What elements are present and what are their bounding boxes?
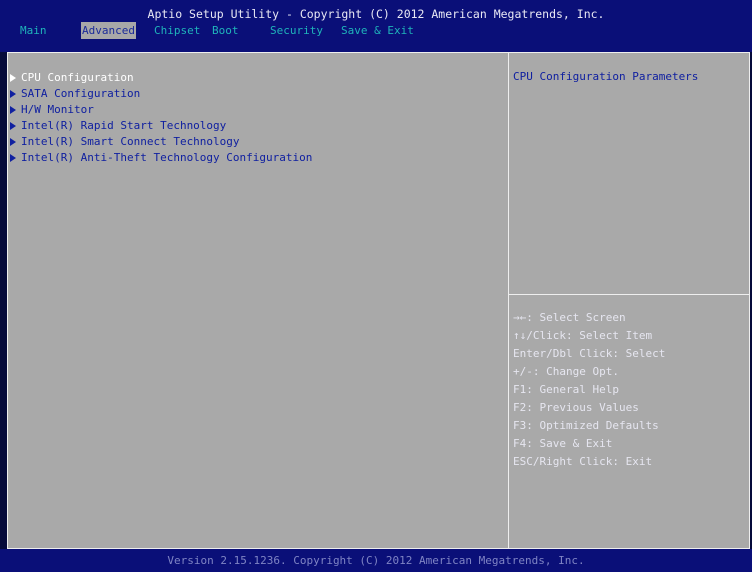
menu-item-cpu-configuration[interactable]: CPU Configuration (10, 70, 505, 86)
tab-advanced[interactable]: Advanced (81, 22, 136, 39)
key-previous-values: F2: Previous Values (513, 401, 639, 414)
key-save-exit: F4: Save & Exit (513, 437, 613, 450)
tab-chipset[interactable]: Chipset (153, 22, 201, 39)
help-description: CPU Configuration Parameters (513, 70, 699, 83)
tab-security[interactable]: Security (269, 22, 324, 39)
tab-main[interactable]: Main (19, 22, 48, 39)
menu-item-label: CPU Configuration (21, 71, 134, 84)
menu-item-label: Intel(R) Rapid Start Technology (21, 119, 227, 132)
key-optimized-defaults: F3: Optimized Defaults (513, 419, 659, 432)
menu-item-smart-connect[interactable]: Intel(R) Smart Connect Technology (10, 134, 505, 150)
key-legend: →←: Select Screen ↑↓/Click: Select Item … (513, 309, 665, 471)
menu-item-anti-theft[interactable]: Intel(R) Anti-Theft Technology Configura… (10, 150, 505, 166)
submenu-arrow-icon (10, 122, 16, 130)
key-change-opt: +/-: Change Opt. (513, 365, 619, 378)
menu-item-hw-monitor[interactable]: H/W Monitor (10, 102, 505, 118)
key-select-item: ↑↓/Click: Select Item (513, 329, 653, 342)
submenu-arrow-icon (10, 74, 16, 82)
menu-item-label: Intel(R) Smart Connect Technology (21, 135, 240, 148)
menu-item-rapid-start[interactable]: Intel(R) Rapid Start Technology (10, 118, 505, 134)
footer-bar: Version 2.15.1236. Copyright (C) 2012 Am… (0, 549, 752, 572)
menu-item-label: H/W Monitor (21, 103, 94, 116)
key-enter-select: Enter/Dbl Click: Select (513, 347, 666, 360)
key-select-screen: →←: Select Screen (513, 311, 626, 324)
submenu-arrow-icon (10, 138, 16, 146)
submenu-arrow-icon (10, 106, 16, 114)
help-divider (509, 294, 749, 295)
vertical-divider (508, 52, 509, 549)
menu-item-sata-configuration[interactable]: SATA Configuration (10, 86, 505, 102)
menu-list: CPU Configuration SATA Configuration H/W… (10, 70, 505, 166)
submenu-arrow-icon (10, 154, 16, 162)
tab-bar: Main Advanced Chipset Boot Security Save… (0, 22, 752, 40)
tab-boot[interactable]: Boot (211, 22, 240, 39)
key-esc-exit: ESC/Right Click: Exit (513, 455, 653, 468)
tab-save-exit[interactable]: Save & Exit (340, 22, 415, 39)
key-general-help: F1: General Help (513, 383, 619, 396)
app-title: Aptio Setup Utility - Copyright (C) 2012… (147, 7, 605, 21)
menu-item-label: SATA Configuration (21, 87, 141, 100)
menu-item-label: Intel(R) Anti-Theft Technology Configura… (21, 151, 313, 164)
version-text: Version 2.15.1236. Copyright (C) 2012 Am… (167, 554, 585, 567)
submenu-arrow-icon (10, 90, 16, 98)
header-bar: Aptio Setup Utility - Copyright (C) 2012… (0, 0, 752, 52)
